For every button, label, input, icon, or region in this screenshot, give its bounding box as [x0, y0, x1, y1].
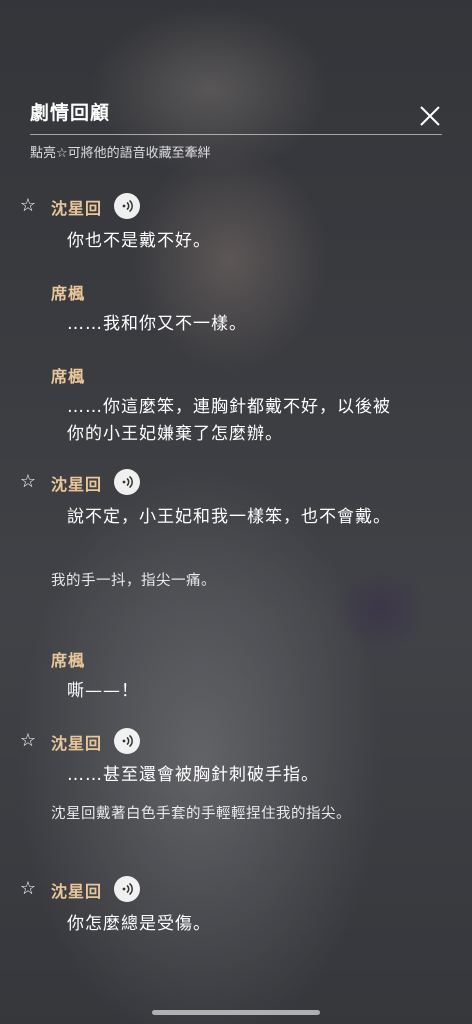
voice-play-icon — [122, 475, 133, 489]
voice-play-icon — [122, 734, 133, 748]
dialogue-line: 你也不是戴不好。 — [67, 231, 211, 251]
voice-play-button[interactable] — [114, 876, 140, 902]
dialogue-line: ……甚至還會被胸針刺破手指。 — [67, 765, 319, 785]
page-title: 劇情回顧 — [30, 102, 111, 124]
close-button[interactable] — [416, 102, 444, 130]
narration-text: 我的手一抖，指尖一痛。 — [51, 573, 216, 589]
favorite-hint: 點亮☆可將他的語音收藏至牽絆 — [30, 146, 211, 161]
dialogue-line: 說不定，小王妃和我一樣笨，也不會戴。 — [67, 507, 391, 527]
speaker-name: 沈星回 — [51, 734, 103, 753]
speaker-name: 沈星回 — [51, 882, 103, 901]
speaker-name: 席楓 — [51, 651, 86, 670]
speaker-name: 沈星回 — [51, 199, 103, 218]
voice-play-button[interactable] — [114, 469, 140, 495]
favorite-star-icon[interactable]: ☆ — [18, 879, 38, 899]
speaker-name: 沈星回 — [51, 475, 103, 494]
favorite-star-icon[interactable]: ☆ — [18, 472, 38, 492]
voice-play-icon — [122, 882, 133, 896]
dialogue-line: ……你這麼笨，連胸針都戴不好，以後被你的小王妃嫌棄了怎麼辦。 — [67, 397, 391, 444]
dialogue-line: ……我和你又不一樣。 — [67, 314, 247, 334]
home-indicator[interactable] — [152, 1010, 320, 1015]
speaker-name: 席楓 — [51, 284, 86, 303]
voice-play-icon — [122, 199, 133, 213]
voice-play-button[interactable] — [114, 193, 140, 219]
dialogue-line: 你怎麼總是受傷。 — [67, 914, 211, 934]
dialogue-line: 嘶——！ — [67, 681, 139, 701]
speaker-name: 席楓 — [51, 367, 86, 386]
favorite-star-icon[interactable]: ☆ — [18, 196, 38, 216]
narration-text: 沈星回戴著白色手套的手輕輕捏住我的指尖。 — [51, 806, 351, 822]
header-divider — [30, 134, 442, 135]
voice-play-button[interactable] — [114, 728, 140, 754]
favorite-star-icon[interactable]: ☆ — [18, 731, 38, 751]
close-icon — [420, 106, 440, 126]
